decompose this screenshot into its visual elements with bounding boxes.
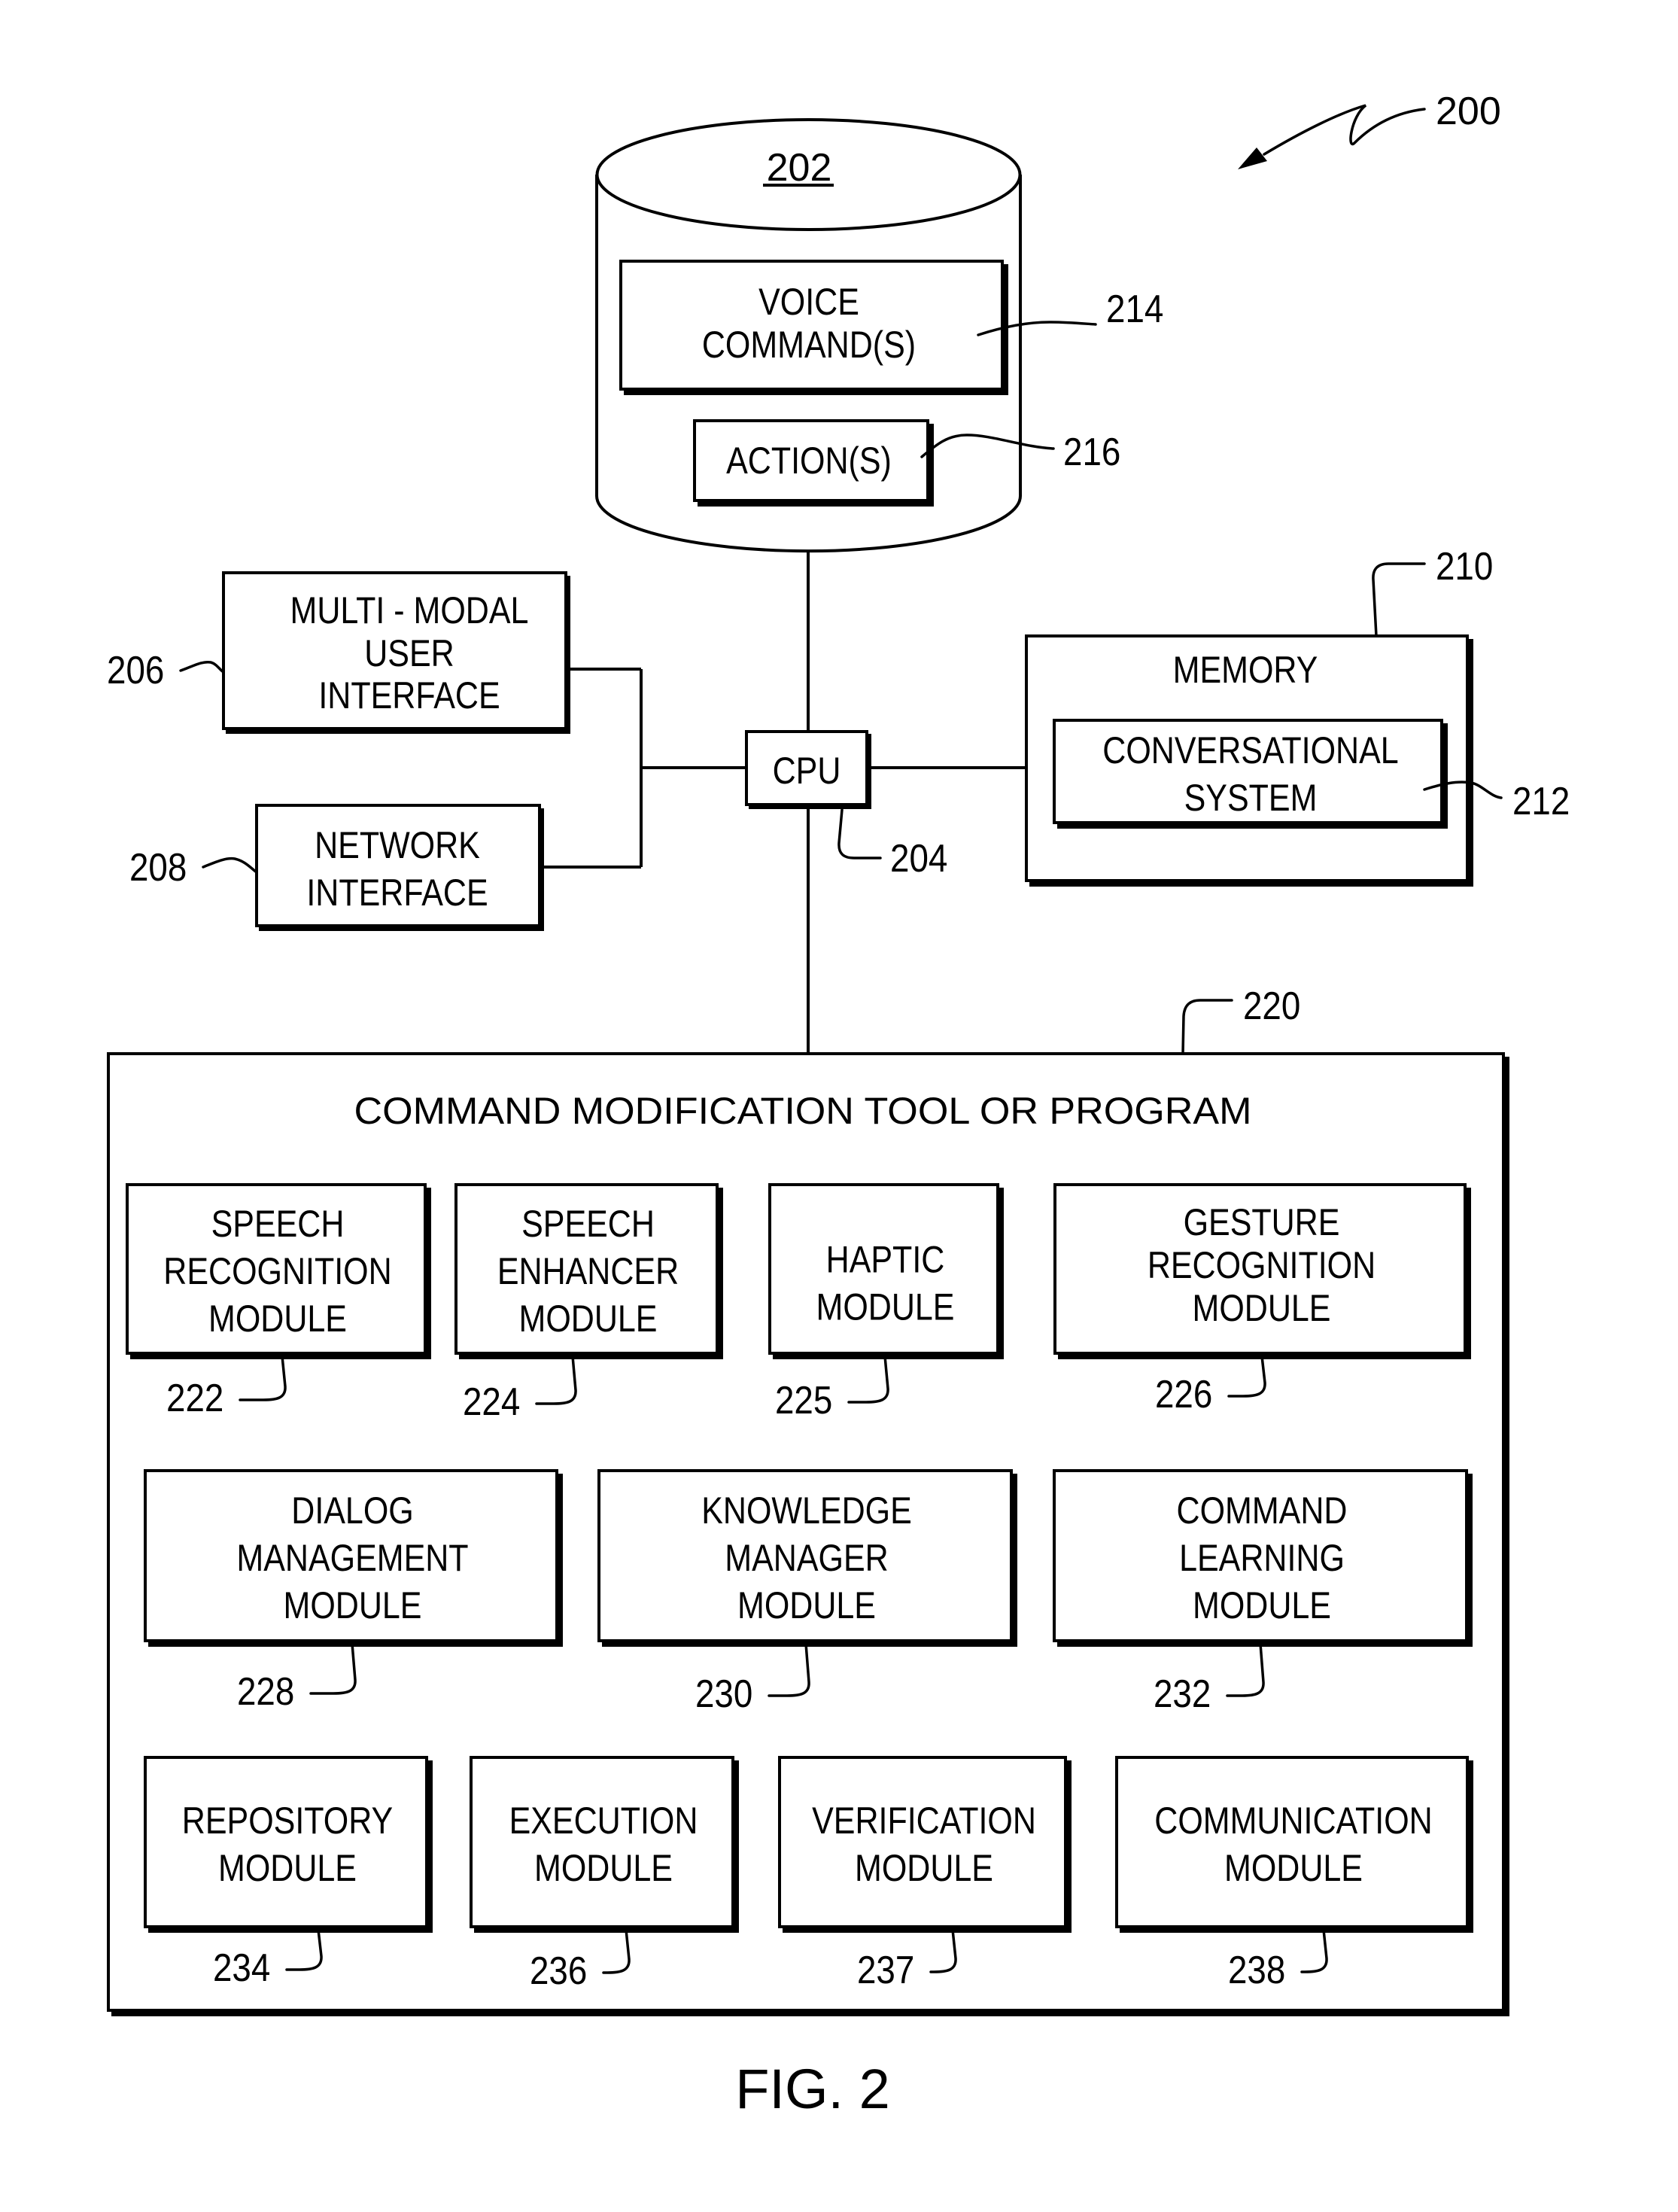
module-label-line: MODULE (284, 1584, 422, 1626)
multimodal-ui-leader (179, 660, 225, 674)
actions-ref-label: 216 (1063, 431, 1120, 473)
network-interface-label-line2: INTERFACE (306, 872, 488, 914)
module-label-line: MODULE (1224, 1847, 1363, 1889)
network-interface-label-line1: NETWORK (315, 824, 480, 866)
module-label-line: MODULE (737, 1584, 876, 1626)
module-label-line: EXECUTION (509, 1800, 698, 1842)
tool-ref-label: 220 (1243, 984, 1300, 1027)
module-label-line: VERIFICATION (812, 1800, 1036, 1842)
module-label-line: REPOSITORY (182, 1800, 393, 1842)
module-ref-label: 236 (530, 1949, 587, 1992)
module-label-line: MODULE (816, 1286, 955, 1328)
network-interface-ref-label: 208 (129, 846, 187, 889)
module-label-line: MODULE (218, 1847, 357, 1889)
module-ref-label: 232 (1154, 1672, 1211, 1715)
multimodal-ui-label-line2: USER (364, 632, 454, 674)
module-ref-label: 238 (1228, 1949, 1285, 1991)
network-interface-leader (202, 857, 258, 874)
conversational-system-label-line2: SYSTEM (1184, 777, 1318, 819)
module-ref-label: 230 (695, 1672, 752, 1715)
module-label-line: HAPTIC (826, 1238, 945, 1280)
module-label-line: SPEECH (521, 1203, 655, 1245)
actions-leader (920, 434, 1055, 458)
module-ref-label: 222 (166, 1377, 223, 1419)
actions-label: ACTION(S) (726, 440, 892, 482)
module-ref-label: 237 (857, 1949, 914, 1991)
module-label-line: DIALOG (291, 1489, 413, 1532)
module-label-line: ENHANCER (497, 1250, 679, 1292)
figure-caption: FIG. 2 (735, 2058, 890, 2120)
module-label-line: MODULE (534, 1847, 673, 1889)
module-label-line: RECOGNITION (163, 1250, 391, 1292)
module-label-line: KNOWLEDGE (701, 1489, 912, 1532)
module-label-line: MANAGER (725, 1537, 888, 1579)
voice-commands-ref-label: 214 (1106, 288, 1163, 330)
module-ref-label: 226 (1155, 1373, 1212, 1416)
module-ref-label: 224 (463, 1380, 520, 1423)
cpu-leader (837, 808, 882, 860)
module-label-line: COMMAND (1177, 1489, 1348, 1532)
cpu-ref-label: 204 (890, 837, 947, 880)
multimodal-ui-label-line1: MULTI - MODAL (290, 589, 529, 631)
module-ref-label: 225 (775, 1379, 832, 1422)
module-label-line: SPEECH (211, 1203, 345, 1245)
module-label-line: LEARNING (1179, 1537, 1345, 1579)
block-diagram: 200 202 VOICE COMMAND(S) 214 ACTION(S) 2… (107, 90, 1570, 2120)
module-label-line: MODULE (1193, 1287, 1331, 1329)
memory-label: MEMORY (1173, 649, 1318, 691)
conversational-system-ref-label: 212 (1512, 780, 1570, 823)
voice-commands-label-line2: COMMAND(S) (702, 324, 916, 366)
cpu-label: CPU (773, 750, 841, 792)
system-ref-arrow (1238, 104, 1426, 169)
database-ref-label: 202 (767, 146, 832, 190)
module-label-line: MODULE (519, 1298, 658, 1340)
module-label-line: MANAGEMENT (236, 1537, 468, 1579)
module-ref-label: 234 (213, 1946, 270, 1989)
module-label-line: RECOGNITION (1148, 1244, 1376, 1286)
module-label-line: MODULE (1193, 1584, 1331, 1626)
module-label-line: COMMUNICATION (1154, 1800, 1432, 1842)
module-label-line: MODULE (208, 1298, 347, 1340)
memory-ref-label: 210 (1436, 545, 1493, 588)
multimodal-ui-ref-label: 206 (107, 649, 164, 692)
module-label-line: GESTURE (1184, 1201, 1340, 1243)
module-ref-label: 228 (237, 1670, 294, 1713)
voice-commands-label-line1: VOICE (758, 281, 859, 323)
module-label-line: MODULE (855, 1847, 993, 1889)
tool-title: COMMAND MODIFICATION TOOL OR PROGRAM (354, 1090, 1252, 1132)
module-grid: SPEECHRECOGNITIONMODULE222SPEECHENHANCER… (126, 1183, 1473, 1993)
multimodal-ui-label-line3: INTERFACE (318, 674, 500, 717)
conversational-system-label-line1: CONVERSATIONAL (1102, 729, 1398, 771)
tool-leader (1181, 999, 1233, 1055)
system-ref-label: 200 (1436, 90, 1501, 133)
memory-leader (1372, 562, 1426, 637)
